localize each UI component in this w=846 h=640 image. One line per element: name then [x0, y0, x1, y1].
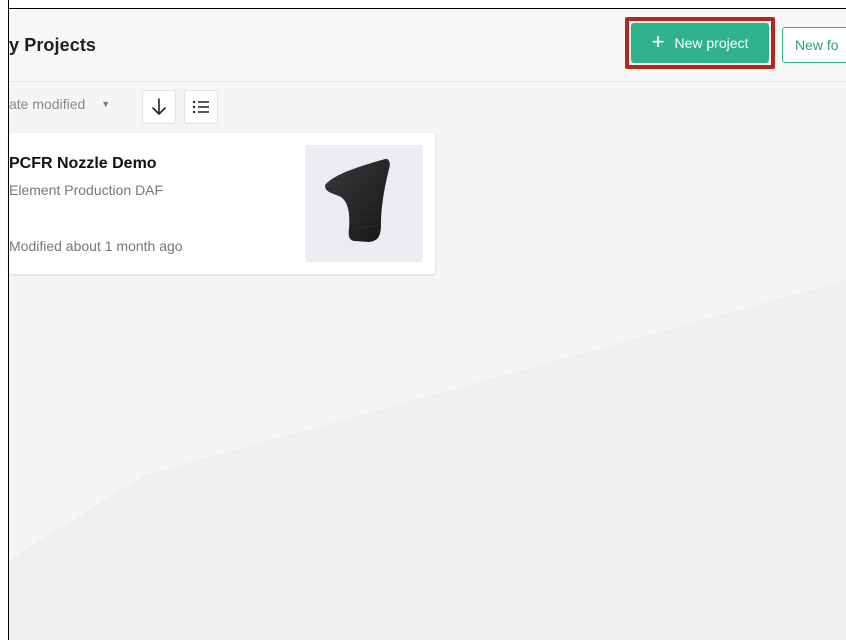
list-view-button[interactable]: [184, 90, 218, 124]
sort-by-dropdown[interactable]: ate modified ▼: [9, 96, 110, 112]
page-title: y Projects: [9, 35, 97, 55]
project-card[interactable]: PCFR Nozzle Demo Element Production DAF …: [9, 133, 435, 274]
list-view-icon: [192, 100, 209, 114]
project-thumbnail: [305, 145, 423, 262]
page-header: y Projects + New project New fo: [9, 9, 846, 82]
background-shape: [9, 280, 846, 640]
new-folder-label: New fo: [795, 37, 839, 53]
screenshot-left-border: [0, 0, 9, 640]
project-modified: Modified about 1 month ago: [9, 238, 183, 254]
arrow-down-icon: [152, 98, 166, 115]
plus-icon: +: [651, 29, 665, 54]
new-folder-button[interactable]: New fo: [782, 27, 846, 63]
project-subtitle: Element Production DAF: [9, 182, 164, 198]
nozzle-3d-model: [325, 158, 390, 242]
sort-direction-button[interactable]: [142, 90, 176, 124]
sort-by-label: ate modified: [9, 96, 86, 112]
project-title: PCFR Nozzle Demo: [9, 155, 157, 172]
new-project-button[interactable]: + New project: [631, 23, 769, 63]
new-project-label: New project: [674, 35, 749, 51]
caret-down-icon: ▼: [101, 99, 111, 109]
